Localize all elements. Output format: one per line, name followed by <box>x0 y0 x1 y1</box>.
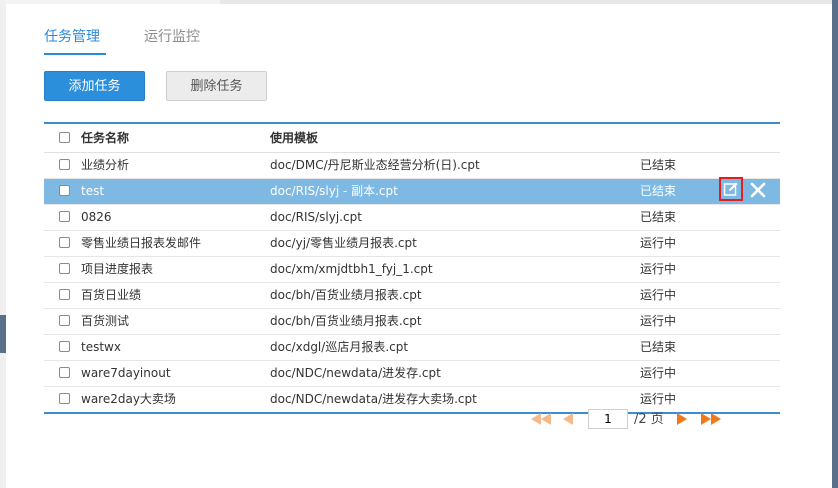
tab-task-management[interactable]: 任务管理 <box>44 22 106 55</box>
table-row[interactable]: 百货测试 doc/bh/百货业绩月报表.cpt 运行中 <box>44 309 780 335</box>
tab-run-monitor[interactable]: 运行监控 <box>144 22 200 52</box>
row-checkbox[interactable] <box>59 185 70 196</box>
task-template: doc/xm/xmjdtbh1_fyj_1.cpt <box>270 262 433 276</box>
table-row[interactable]: ware7dayinout doc/NDC/newdata/进发存.cpt 运行… <box>44 361 780 387</box>
close-icon-glyph <box>750 182 766 198</box>
task-name: 0826 <box>81 210 112 224</box>
edit-icon-glyph <box>723 182 738 196</box>
task-name: 百货测试 <box>81 314 130 328</box>
table-row[interactable]: testwx doc/xdgl/巡店月报表.cpt 已结束 <box>44 335 780 361</box>
table-row-selected[interactable]: test doc/RIS/slyj - 副本.cpt 已结束 <box>44 177 780 205</box>
delete-task-button[interactable]: 删除任务 <box>166 71 267 101</box>
add-task-button[interactable]: 添加任务 <box>44 71 145 101</box>
task-status: 已结束 <box>640 158 677 172</box>
splitter-handle[interactable] <box>0 315 6 353</box>
task-template: doc/bh/百货业绩月报表.cpt <box>270 314 422 328</box>
task-name: 项目进度报表 <box>81 262 154 276</box>
first-page-icon[interactable] <box>530 411 552 430</box>
right-edge <box>832 0 838 488</box>
row-checkbox[interactable] <box>59 367 70 378</box>
next-page-icon[interactable] <box>676 411 688 430</box>
select-all-checkbox[interactable] <box>59 132 70 143</box>
last-page-icon[interactable] <box>700 411 722 430</box>
top-strip-segment <box>0 0 220 4</box>
task-template: doc/xdgl/巡店月报表.cpt <box>270 340 409 354</box>
task-name: 零售业绩日报表发邮件 <box>81 236 202 250</box>
task-status: 已结束 <box>640 340 677 354</box>
pagination: /2 页 <box>530 408 790 432</box>
table-row[interactable]: 项目进度报表 doc/xm/xmjdtbh1_fyj_1.cpt 运行中 <box>44 257 780 283</box>
task-template: doc/NDC/newdata/进发存.cpt <box>270 366 441 380</box>
table-header: 任务名称 使用模板 <box>44 124 780 153</box>
table-row[interactable]: 零售业绩日报表发邮件 doc/yj/零售业绩月报表.cpt 运行中 <box>44 231 780 257</box>
header-task-name: 任务名称 <box>81 131 130 145</box>
delete-icon[interactable] <box>749 181 767 199</box>
left-edge <box>0 0 6 488</box>
row-checkbox[interactable] <box>59 289 70 300</box>
row-checkbox[interactable] <box>59 393 70 404</box>
total-pages-label: /2 页 <box>634 412 664 427</box>
table-row[interactable]: 业绩分析 doc/DMC/丹尼斯业态经营分析(日).cpt 已结束 <box>44 153 780 179</box>
task-name: ware7dayinout <box>81 366 171 380</box>
row-checkbox[interactable] <box>59 341 70 352</box>
task-name: 百货日业绩 <box>81 288 142 302</box>
task-name: ware2day大卖场 <box>81 392 176 406</box>
task-template: doc/yj/零售业绩月报表.cpt <box>270 236 417 250</box>
row-checkbox[interactable] <box>59 263 70 274</box>
row-checkbox[interactable] <box>59 237 70 248</box>
task-template: doc/NDC/newdata/进发存大卖场.cpt <box>270 392 477 406</box>
table-row[interactable]: 0826 doc/RIS/slyj.cpt 已结束 <box>44 205 780 231</box>
task-template: doc/bh/百货业绩月报表.cpt <box>270 288 422 302</box>
row-checkbox[interactable] <box>59 159 70 170</box>
task-name: 业绩分析 <box>81 158 130 172</box>
prev-page-icon[interactable] <box>562 411 574 430</box>
task-template: doc/DMC/丹尼斯业态经营分析(日).cpt <box>270 158 480 172</box>
page-number-input[interactable] <box>588 409 628 429</box>
row-checkbox[interactable] <box>59 315 70 326</box>
task-status: 运行中 <box>640 366 677 380</box>
top-strip <box>0 0 838 4</box>
task-status: 运行中 <box>640 262 677 276</box>
task-status: 运行中 <box>640 236 677 250</box>
edit-icon[interactable] <box>719 177 743 201</box>
task-name: testwx <box>81 340 121 354</box>
task-template: doc/RIS/slyj - 副本.cpt <box>270 184 398 198</box>
task-status: 运行中 <box>640 288 677 302</box>
header-template: 使用模板 <box>270 131 319 145</box>
task-status: 已结束 <box>640 184 677 198</box>
row-checkbox[interactable] <box>59 211 70 222</box>
task-template: doc/RIS/slyj.cpt <box>270 210 362 224</box>
table-row[interactable]: 百货日业绩 doc/bh/百货业绩月报表.cpt 运行中 <box>44 283 780 309</box>
task-status: 运行中 <box>640 314 677 328</box>
task-table: 任务名称 使用模板 业绩分析 doc/DMC/丹尼斯业态经营分析(日).cpt … <box>44 122 780 414</box>
task-status: 已结束 <box>640 210 677 224</box>
task-name: test <box>81 184 105 198</box>
